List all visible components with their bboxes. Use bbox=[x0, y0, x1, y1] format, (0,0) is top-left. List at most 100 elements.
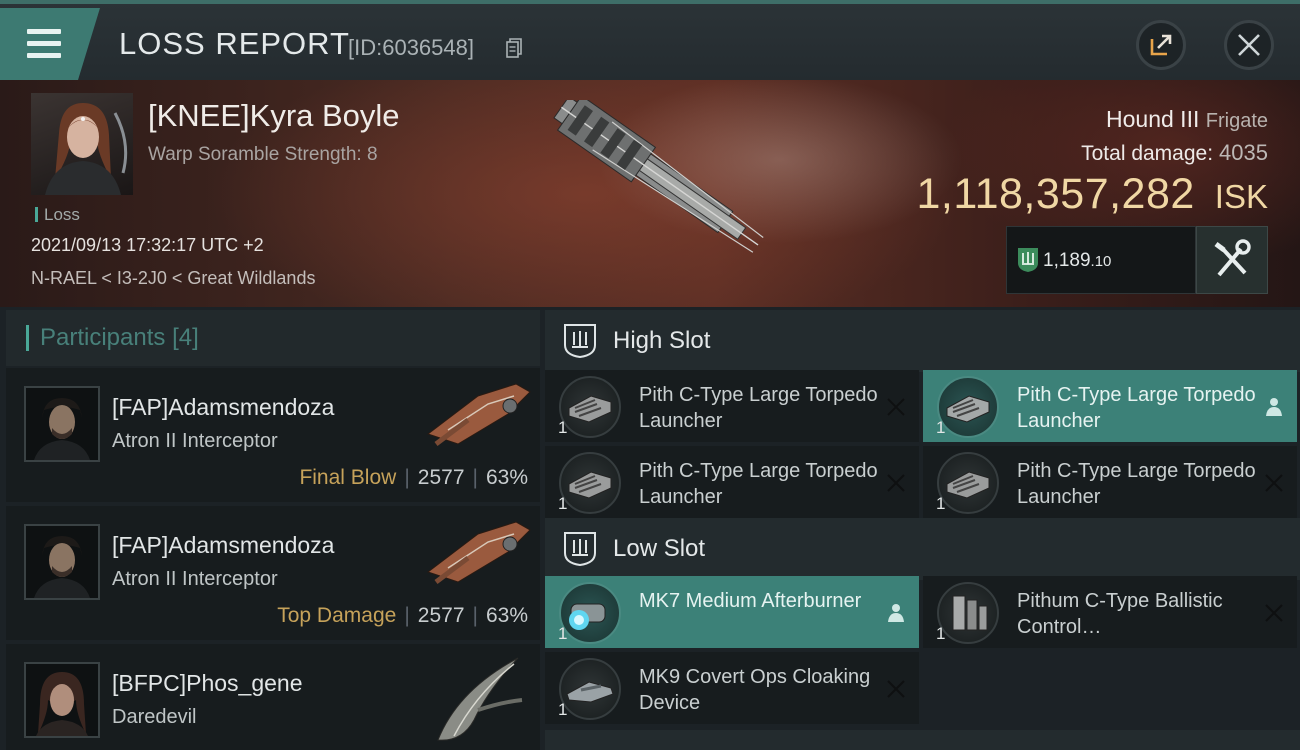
next-slot-header bbox=[545, 730, 1300, 750]
close-icon bbox=[1265, 604, 1283, 622]
close-icon bbox=[887, 680, 905, 698]
module-slot[interactable]: 1 Pith C-Type Large Torpedo Launcher bbox=[545, 370, 919, 442]
module-quantity: 1 bbox=[558, 494, 568, 513]
report-id: [ID:6036548] bbox=[348, 35, 474, 60]
menu-button[interactable] bbox=[0, 8, 100, 80]
menu-icon bbox=[27, 29, 61, 34]
share-icon bbox=[1150, 34, 1172, 56]
participant-name: [FAP]Adamsmendoza bbox=[112, 394, 335, 420]
total-damage-value: 4035 bbox=[1219, 140, 1268, 165]
cloaking-device-module-icon bbox=[559, 658, 621, 720]
close-icon bbox=[1238, 34, 1260, 56]
afterburner-module-icon bbox=[559, 582, 621, 644]
module-slot[interactable]: 1 Pith C-Type Large Torpedo Launcher bbox=[923, 370, 1297, 442]
module-slot[interactable]: 1 MK9 Covert Ops Cloaking Device bbox=[545, 652, 919, 724]
module-slot[interactable]: 1 Pith C-Type Large Torpedo Launcher bbox=[923, 446, 1297, 518]
module-name: Pith C-Type Large Torpedo Launcher bbox=[639, 460, 878, 508]
low-slot-header: Low Slot bbox=[545, 518, 1300, 580]
ballistic-control-module-icon bbox=[937, 582, 999, 644]
participant-ship: Daredevil bbox=[112, 706, 197, 728]
loss-location[interactable]: N-RAEL < I3-2J0 < Great Wildlands bbox=[31, 268, 315, 289]
close-icon bbox=[887, 398, 905, 416]
participant-damage: 2577 bbox=[417, 604, 465, 627]
final-blow-label: Final Blow bbox=[299, 466, 397, 489]
lp-value: 1,189.10 bbox=[1043, 250, 1111, 272]
lp-shield-icon bbox=[1018, 248, 1038, 272]
participant-row[interactable]: [FAP]Adamsmendoza Atron II Interceptor F… bbox=[6, 368, 540, 502]
stat-separator: | bbox=[472, 604, 478, 627]
loss-tag: Loss bbox=[35, 205, 80, 225]
ship-name: Hound III bbox=[1106, 106, 1200, 132]
close-button[interactable] bbox=[1224, 20, 1274, 70]
close-icon bbox=[887, 474, 905, 492]
launcher-module-icon bbox=[937, 376, 999, 438]
module-quantity: 1 bbox=[558, 624, 568, 643]
participant-damage: 2577 bbox=[417, 466, 465, 489]
module-quantity: 1 bbox=[558, 700, 568, 719]
warp-scramble-strength: Warp Soramble Strength: 8 bbox=[148, 144, 378, 165]
module-slot[interactable]: 1 MK7 Medium Afterburner bbox=[545, 576, 919, 648]
high-slot-title: High Slot bbox=[613, 327, 711, 354]
participants-header[interactable]: Participants [4] bbox=[6, 310, 540, 366]
participants-label: Participants bbox=[40, 324, 166, 351]
total-damage: Total damage: 4035 bbox=[1081, 140, 1268, 166]
loss-datetime: 2021/09/13 17:32:17 UTC +2 bbox=[31, 235, 264, 255]
ship-class: Frigate bbox=[1205, 110, 1268, 132]
participants-title: Participants [4] bbox=[40, 324, 199, 352]
stat-separator: | bbox=[404, 466, 410, 489]
loyalty-points-box: 1,189.10 bbox=[1006, 226, 1196, 294]
participant-stats: Final Blow | 2577 | 63% bbox=[299, 466, 528, 490]
participant-name: [FAP]Adamsmendoza bbox=[112, 532, 335, 558]
total-damage-label: Total damage: bbox=[1081, 142, 1214, 165]
participant-portrait bbox=[24, 524, 100, 600]
wrench-screwdriver-icon bbox=[1214, 239, 1251, 277]
high-slot-header: High Slot bbox=[545, 310, 1300, 372]
fitting-button[interactable] bbox=[1196, 226, 1268, 294]
high-slot-icon bbox=[564, 324, 596, 359]
participant-row[interactable]: [BFPC]Phos_gene Daredevil bbox=[6, 644, 540, 750]
participant-ship: Atron II Interceptor bbox=[112, 568, 278, 590]
module-slot[interactable]: 1 Pithum C-Type Ballistic Control… bbox=[923, 576, 1297, 648]
victim-ship-image bbox=[553, 100, 764, 253]
participant-portrait bbox=[24, 662, 100, 738]
participant-portrait bbox=[24, 386, 100, 462]
copy-icon[interactable] bbox=[506, 38, 522, 58]
module-quantity: 1 bbox=[936, 418, 946, 437]
page-title: LOSS REPORT bbox=[119, 26, 350, 61]
module-quantity: 1 bbox=[936, 494, 946, 513]
launcher-module-icon bbox=[559, 376, 621, 438]
participant-name: [BFPC]Phos_gene bbox=[112, 670, 303, 696]
stat-separator: | bbox=[472, 466, 478, 489]
module-quantity: 1 bbox=[558, 418, 568, 437]
person-icon bbox=[888, 604, 904, 622]
lp-integer: 1,189 bbox=[1043, 250, 1091, 271]
person-icon bbox=[1266, 398, 1282, 416]
stat-separator: | bbox=[404, 604, 410, 627]
isk-unit: ISK bbox=[1214, 178, 1268, 215]
victim-portrait bbox=[31, 93, 133, 195]
module-name: MK7 Medium Afterburner bbox=[639, 590, 862, 612]
share-button[interactable] bbox=[1136, 20, 1186, 70]
low-slot-icon bbox=[564, 532, 596, 567]
isk-total: 1,118,357,282 ISK bbox=[917, 170, 1269, 219]
menu-icon-bar bbox=[27, 41, 61, 46]
top-damage-label: Top Damage bbox=[277, 604, 397, 627]
module-name: Pithum C-Type Ballistic Control… bbox=[1017, 590, 1223, 638]
participant-ship-image bbox=[426, 521, 531, 584]
victim-ship[interactable]: Hound III Frigate bbox=[1106, 106, 1268, 133]
participant-percent: 63% bbox=[485, 604, 528, 627]
title-bar: LOSS REPORT [ID:6036548] bbox=[0, 0, 1300, 80]
victim-name[interactable]: [KNEE]Kyra Boyle bbox=[148, 98, 400, 134]
participant-row[interactable]: [FAP]Adamsmendoza Atron II Interceptor T… bbox=[6, 506, 540, 640]
close-icon bbox=[1265, 474, 1283, 492]
module-slot[interactable]: 1 Pith C-Type Large Torpedo Launcher bbox=[545, 446, 919, 518]
launcher-module-icon bbox=[559, 452, 621, 514]
lp-decimal: .10 bbox=[1090, 253, 1112, 270]
menu-icon-bar bbox=[27, 53, 61, 58]
participants-count: [4] bbox=[172, 324, 199, 351]
low-slot-title: Low Slot bbox=[613, 535, 706, 562]
loss-label: Loss bbox=[44, 205, 80, 224]
module-name: Pith C-Type Large Torpedo Launcher bbox=[1017, 384, 1256, 432]
isk-value: 1,118,357,282 bbox=[916, 170, 1195, 218]
module-name: Pith C-Type Large Torpedo Launcher bbox=[1017, 460, 1256, 508]
